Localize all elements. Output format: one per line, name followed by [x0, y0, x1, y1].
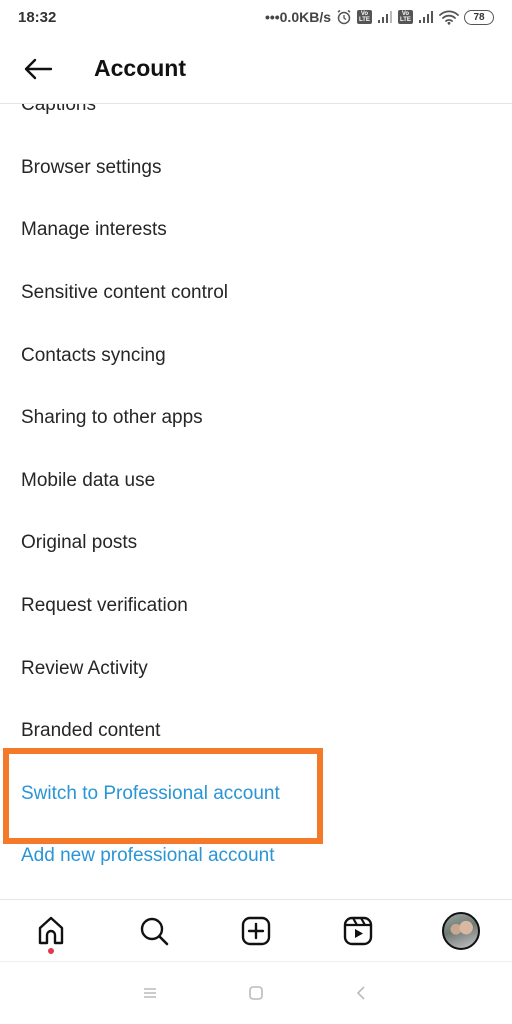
- search-icon: [140, 917, 168, 945]
- status-icons: •••0.0KB/s Vo LTE Vo LTE 78: [265, 9, 494, 25]
- home-icon: [38, 916, 64, 944]
- back-chevron-icon: [356, 986, 365, 1000]
- list-item-contacts-syncing[interactable]: Contacts syncing: [0, 324, 512, 387]
- system-nav-bar: [0, 962, 512, 1024]
- back-button[interactable]: [12, 43, 64, 95]
- tab-reels[interactable]: [328, 901, 388, 961]
- list-item-request-verification[interactable]: Request verification: [0, 575, 512, 638]
- alarm-icon: [336, 9, 352, 25]
- list-item-captions[interactable]: Captions: [0, 104, 512, 137]
- back-arrow-icon: [24, 58, 53, 79]
- list-item-mobile-data-use[interactable]: Mobile data use: [0, 450, 512, 513]
- profile-avatar: [441, 911, 480, 950]
- list-item-review-activity[interactable]: Review Activity: [0, 637, 512, 700]
- reels-icon: [344, 916, 373, 945]
- list-item-browser-settings[interactable]: Browser settings: [0, 137, 512, 200]
- battery-indicator: 78: [464, 9, 494, 25]
- volte-icon-2: Vo LTE: [398, 10, 413, 24]
- system-back-button[interactable]: [309, 973, 415, 1013]
- home-square-icon: [249, 986, 263, 1000]
- network-speed: •••0.0KB/s: [264, 9, 331, 25]
- status-time: 18:32: [18, 8, 57, 26]
- add-new-professional-account-link[interactable]: Add new professional account: [0, 825, 512, 888]
- page-title: Account: [94, 55, 186, 81]
- home-button[interactable]: [203, 973, 309, 1013]
- settings-list[interactable]: Captions Browser settings Manage interes…: [0, 104, 512, 900]
- status-bar: 18:32 •••0.0KB/s Vo LTE Vo LTE 78: [0, 0, 512, 34]
- tab-home[interactable]: [21, 901, 81, 961]
- list-item-branded-content[interactable]: Branded content: [0, 700, 512, 763]
- list-item-sensitive-content-control[interactable]: Sensitive content control: [0, 262, 512, 325]
- list-item-manage-interests[interactable]: Manage interests: [0, 199, 512, 262]
- bottom-tab-bar: [0, 899, 512, 962]
- tab-profile[interactable]: [431, 901, 491, 961]
- wifi-icon: [439, 10, 459, 25]
- signal-icon: [377, 10, 393, 24]
- signal-icon-2: [418, 10, 434, 24]
- create-post-icon: [241, 916, 271, 945]
- tab-search[interactable]: [124, 901, 184, 961]
- recent-apps-button[interactable]: [97, 973, 203, 1013]
- tab-create[interactable]: [226, 901, 286, 961]
- list-item-sharing-to-other-apps[interactable]: Sharing to other apps: [0, 387, 512, 450]
- volte-icon: Vo LTE: [357, 10, 372, 24]
- notification-dot: [48, 947, 55, 954]
- settings-list-content: Captions Browser settings Manage interes…: [0, 104, 512, 888]
- switch-to-professional-account-link[interactable]: Switch to Professional account: [0, 763, 512, 826]
- header: Account: [0, 34, 512, 104]
- menu-icon: [144, 988, 156, 998]
- list-item-original-posts[interactable]: Original posts: [0, 512, 512, 575]
